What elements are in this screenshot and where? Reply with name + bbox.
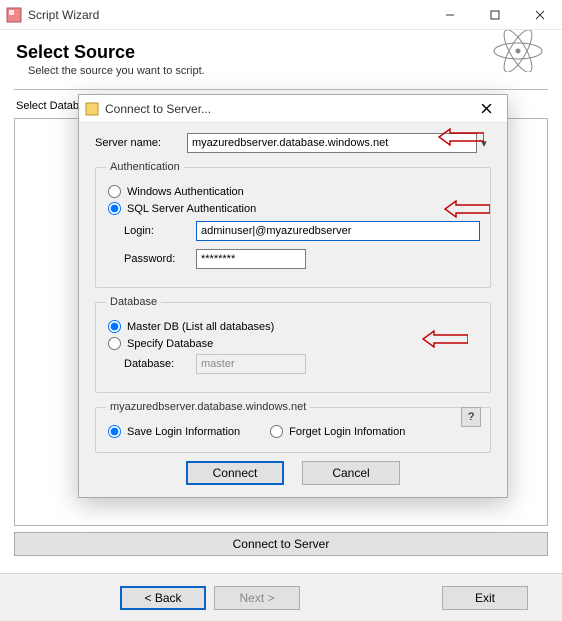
- master-db-label: Master DB (List all databases): [127, 321, 274, 333]
- forget-login-radio[interactable]: Forget Login Infomation: [268, 425, 405, 438]
- windows-auth-radio-input[interactable]: [108, 185, 121, 198]
- master-db-radio-input[interactable]: [108, 320, 121, 333]
- cancel-button[interactable]: Cancel: [302, 461, 400, 485]
- authentication-group: Authentication Windows Authentication SQ…: [95, 161, 491, 288]
- next-button: Next >: [214, 586, 300, 610]
- wizard-footer: < Back Next > Exit: [0, 573, 562, 621]
- save-login-radio-input[interactable]: [108, 425, 121, 438]
- page-subtitle: Select the source you want to script.: [28, 65, 548, 77]
- save-login-legend: myazuredbserver.database.windows.net: [106, 401, 310, 413]
- annotation-arrow-icon: [422, 330, 468, 348]
- save-login-group: myazuredbserver.database.windows.net Sav…: [95, 401, 491, 453]
- sql-auth-radio[interactable]: SQL Server Authentication: [106, 202, 480, 215]
- specify-db-radio-input[interactable]: [108, 337, 121, 350]
- close-button[interactable]: [517, 0, 562, 30]
- minimize-button[interactable]: [427, 0, 472, 30]
- annotation-arrow-icon: [438, 128, 484, 146]
- connect-dialog: Connect to Server... Server name: myazur…: [78, 94, 508, 498]
- title-bar: Script Wizard: [0, 0, 562, 30]
- help-button[interactable]: ?: [461, 407, 481, 427]
- maximize-button[interactable]: [472, 0, 517, 30]
- authentication-legend: Authentication: [106, 161, 184, 173]
- specify-db-label: Specify Database: [127, 338, 213, 350]
- server-name-label: Server name:: [95, 137, 187, 149]
- sql-auth-label: SQL Server Authentication: [127, 203, 256, 215]
- windows-auth-radio[interactable]: Windows Authentication: [106, 185, 480, 198]
- save-login-radio[interactable]: Save Login Information: [106, 425, 240, 438]
- app-icon: [6, 7, 22, 23]
- back-button[interactable]: < Back: [120, 586, 206, 610]
- annotation-arrow-icon: [444, 200, 490, 218]
- forget-login-label: Forget Login Infomation: [289, 426, 405, 438]
- forget-login-radio-input[interactable]: [270, 425, 283, 438]
- connect-to-server-button[interactable]: Connect to Server: [14, 532, 548, 556]
- database-name-input[interactable]: master: [196, 354, 306, 374]
- dialog-close-button[interactable]: [465, 95, 507, 123]
- database-name-label: Database:: [124, 358, 196, 370]
- login-input[interactable]: adminuser|@myazuredbserver: [196, 221, 480, 241]
- divider: [14, 89, 548, 90]
- password-input[interactable]: ********: [196, 249, 306, 269]
- dialog-title: Connect to Server...: [105, 102, 211, 116]
- page-title: Select Source: [16, 42, 548, 63]
- password-label: Password:: [124, 253, 196, 265]
- wizard-logo-icon: [492, 30, 544, 72]
- windows-auth-label: Windows Authentication: [127, 186, 244, 198]
- window-title: Script Wizard: [28, 8, 99, 22]
- sql-auth-radio-input[interactable]: [108, 202, 121, 215]
- login-label: Login:: [124, 225, 196, 237]
- save-login-label: Save Login Information: [127, 426, 240, 438]
- server-name-input[interactable]: myazuredbserver.database.windows.net: [187, 133, 477, 153]
- dialog-title-bar: Connect to Server...: [79, 95, 507, 123]
- exit-button[interactable]: Exit: [442, 586, 528, 610]
- database-legend: Database: [106, 296, 161, 308]
- dialog-icon: [85, 102, 99, 116]
- connect-button[interactable]: Connect: [186, 461, 284, 485]
